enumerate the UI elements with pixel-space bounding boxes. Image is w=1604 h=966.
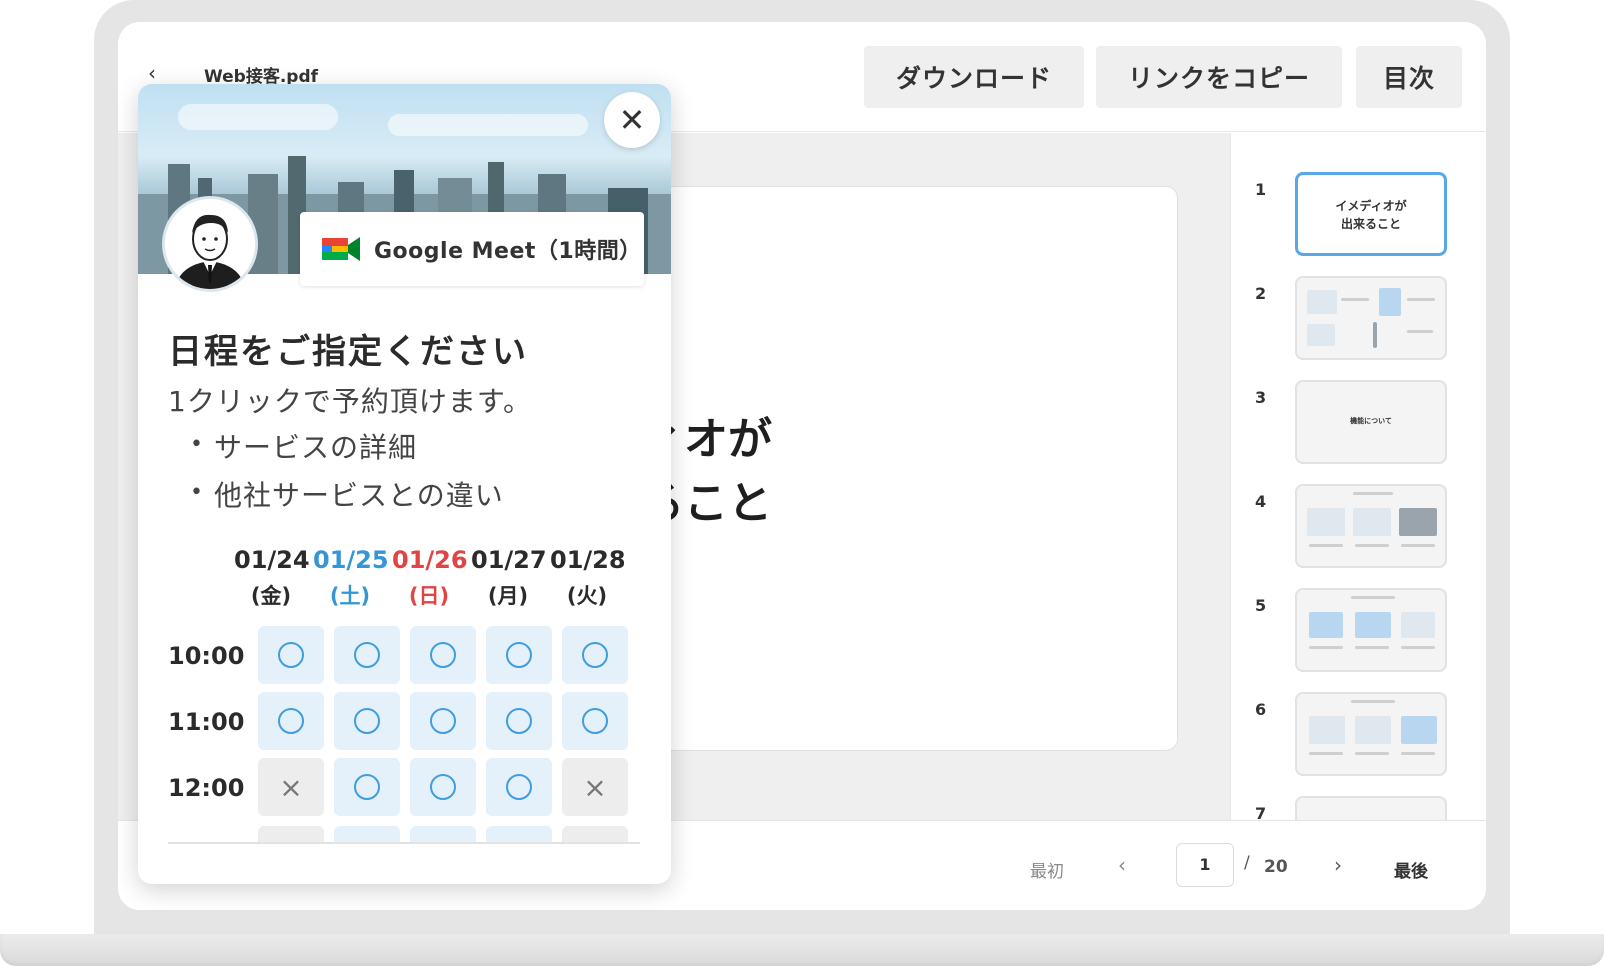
date-column-header: 01/26 (日) [392,546,468,608]
booking-description: 1クリックで予約頂けます。 [168,385,533,418]
time-slot-partial [486,826,552,842]
thumbnail-preview[interactable]: イメディオが 出来ること [1295,172,1447,256]
time-slot-unavailable: × [258,758,324,816]
circle-icon [354,642,380,668]
time-slot-available[interactable] [486,692,552,750]
download-button[interactable]: ダウンロード [864,46,1084,108]
chevron-left-icon[interactable]: ‹ [148,62,170,84]
time-slot-available[interactable] [410,758,476,816]
thumbnail-item[interactable]: 7 [1231,796,1486,820]
total-pages: 20 [1264,857,1288,877]
booking-title: 日程をご指定ください [168,332,528,372]
google-meet-icon [322,237,360,261]
circle-icon [506,774,532,800]
thumbnail-sidebar: 1 イメディオが 出来ること 2 3 機能について 4 5 6 7 [1230,133,1486,820]
thumbnail-item[interactable]: 3 機能について [1231,380,1486,478]
meeting-type-label: Google Meet（1時間） [374,239,642,264]
calendar-divider [168,842,640,844]
chevron-left-icon[interactable]: ‹ [1118,853,1126,877]
thumbnail-item[interactable]: 4 [1231,484,1486,582]
last-page-button[interactable]: 最後 [1394,857,1428,882]
close-icon[interactable]: ✕ [604,92,660,148]
page-number-input[interactable]: 1 [1176,843,1234,887]
time-slot-available[interactable] [486,758,552,816]
laptop-base [0,934,1604,966]
date-column-header: 01/24 (金) [234,546,310,608]
time-slot-unavailable: × [562,758,628,816]
time-slot-available[interactable] [410,626,476,684]
thumbnail-number: 1 [1255,180,1267,199]
chevron-right-icon[interactable]: › [1334,853,1342,877]
thumbnail-number: 7 [1255,804,1267,820]
time-label: 10:00 [168,642,245,670]
circle-icon [278,708,304,734]
thumbnail-number: 4 [1255,492,1267,511]
thumbnail-preview[interactable] [1295,276,1447,360]
time-slot-partial [258,826,324,842]
time-slot-available[interactable] [486,626,552,684]
time-slot-partial [410,826,476,842]
circle-icon [278,642,304,668]
booking-bullets: サービスの詳細 他社サービスとの違い [190,426,504,522]
thumbnail-item[interactable]: 6 [1231,692,1486,790]
date-column-header: 01/28 (火) [550,546,626,608]
time-slot-available[interactable] [410,692,476,750]
date-column-header: 01/27 (月) [471,546,547,608]
toc-button[interactable]: 目次 [1356,46,1462,108]
meeting-type-chip: Google Meet（1時間） [300,212,644,286]
thumbnail-item[interactable]: 2 [1231,276,1486,374]
thumbnail-number: 2 [1255,284,1267,303]
time-label: 11:00 [168,708,245,736]
thumbnail-text: イメディオが 出来ること [1335,199,1407,231]
thumbnail-preview[interactable] [1295,796,1447,820]
time-slot-partial [562,826,628,842]
thumbnail-number: 3 [1255,388,1267,407]
time-slot-available[interactable] [258,626,324,684]
circle-icon [506,642,532,668]
copy-link-button[interactable]: リンクをコピー [1096,46,1342,108]
time-label: 12:00 [168,774,245,802]
time-slot-available[interactable] [334,692,400,750]
circle-icon [430,642,456,668]
thumbnail-text: 機能について [1350,417,1392,425]
thumbnail-preview[interactable]: 機能について [1295,380,1447,464]
thumbnail-preview[interactable] [1295,484,1447,568]
time-slot-available[interactable] [562,626,628,684]
time-slot-available[interactable] [334,626,400,684]
thumbnail-number: 6 [1255,700,1267,719]
time-slot-available[interactable] [258,692,324,750]
list-item: サービスの詳細 [190,426,504,474]
thumbnail-item[interactable]: 1 イメディオが 出来ること [1231,172,1486,270]
page-separator: / [1244,853,1250,873]
circle-icon [582,642,608,668]
avatar [162,196,258,292]
circle-icon [354,708,380,734]
thumbnail-preview[interactable] [1295,588,1447,672]
list-item: 他社サービスとの違い [190,474,504,522]
circle-icon [354,774,380,800]
time-slot-partial [334,826,400,842]
thumbnail-item[interactable]: 5 [1231,588,1486,686]
first-page-button[interactable]: 最初 [1030,857,1064,882]
circle-icon [582,708,608,734]
circle-icon [506,708,532,734]
date-column-header: 01/25 (土) [313,546,389,608]
time-slot-available[interactable] [562,692,628,750]
circle-icon [430,708,456,734]
circle-icon [430,774,456,800]
thumbnail-number: 5 [1255,596,1267,615]
thumbnail-preview[interactable] [1295,692,1447,776]
time-slot-available[interactable] [334,758,400,816]
booking-popup: ✕ Google Meet（1時間） 日程をご指定ください 1クリックで予約頂け… [138,84,671,884]
